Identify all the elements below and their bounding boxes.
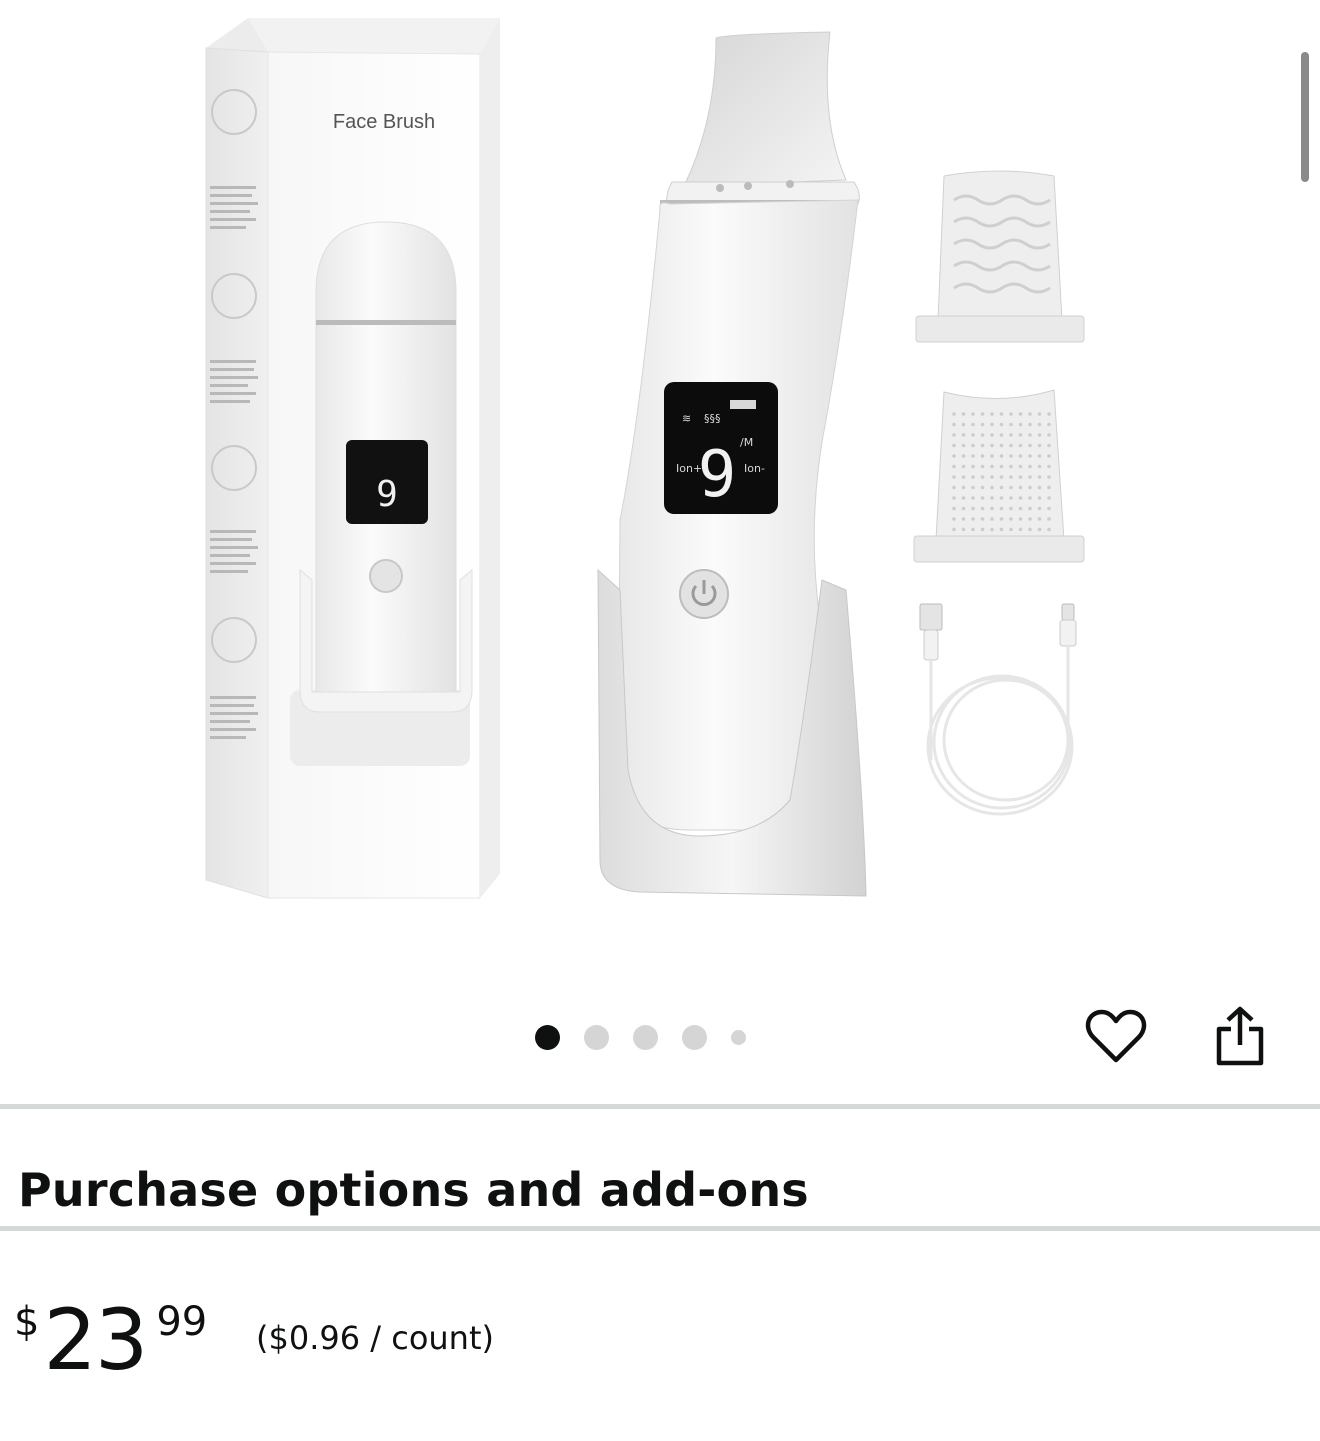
price-whole: 23 [43, 1291, 148, 1389]
product-image: Face Brush 9 ≋ §§§ Ion+ Ion- /M 9 [205, 18, 1085, 899]
share-icon [1216, 1006, 1264, 1066]
product-image-gallery[interactable]: Face Brush 9 ≋ §§§ Ion+ Ion- /M 9 [0, 0, 1320, 1000]
brush-head-dotted [913, 389, 1085, 563]
image-scrollbar[interactable] [1301, 52, 1309, 182]
carousel-dot[interactable] [731, 1029, 746, 1045]
price: $ 23 99 [14, 1290, 207, 1400]
usb-cable [919, 603, 1077, 816]
price-fraction: 99 [156, 1299, 208, 1345]
price-currency-symbol: $ [14, 1299, 40, 1345]
mode-label: /M [740, 436, 753, 449]
brush-head-wavy [915, 170, 1085, 343]
carousel-dot[interactable] [682, 1024, 707, 1050]
unit-price: ($0.96 / count) [256, 1319, 494, 1357]
carousel-dot[interactable] [633, 1024, 658, 1050]
device-digit: 9 [698, 438, 737, 512]
ion-minus-label: Ion- [744, 462, 765, 475]
favorite-button[interactable] [1084, 1004, 1148, 1068]
product-box: Face Brush 9 [205, 18, 500, 899]
heart-icon [1085, 1009, 1147, 1063]
carousel-dot-active[interactable] [535, 1024, 560, 1050]
share-button[interactable] [1208, 1004, 1272, 1068]
section-title: Purchase options and add-ons [18, 1163, 809, 1217]
divider [0, 1104, 1320, 1109]
svg-text:§§§: §§§ [704, 412, 721, 425]
box-label: Face Brush [333, 111, 435, 133]
box-device-digit: 9 [376, 474, 398, 515]
main-device: ≋ §§§ Ion+ Ion- /M 9 [597, 31, 867, 897]
divider [0, 1226, 1320, 1231]
svg-text:≋: ≋ [682, 412, 691, 425]
carousel-indicator[interactable] [535, 1024, 746, 1050]
carousel-dot[interactable] [584, 1024, 609, 1050]
